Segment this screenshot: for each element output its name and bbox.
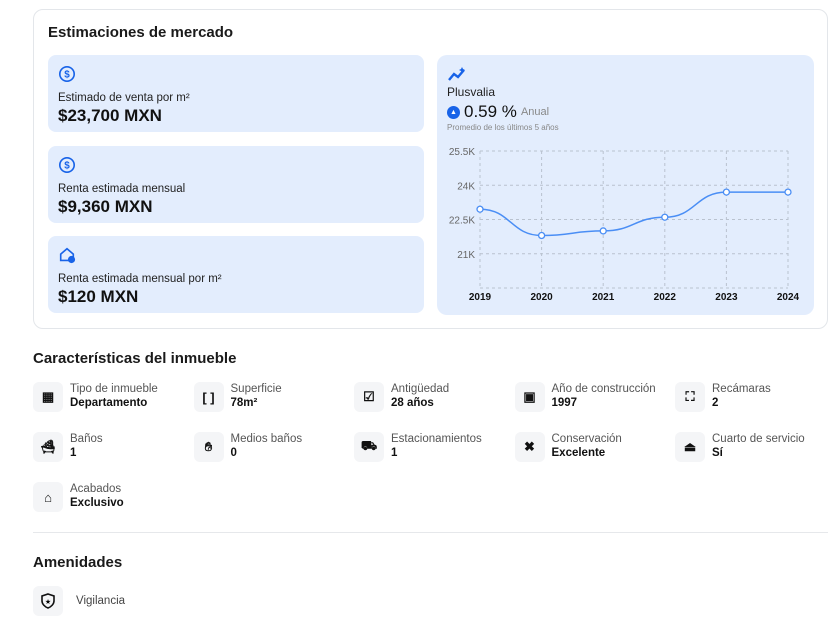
x-tick-label: 2019 — [469, 292, 492, 303]
feature-label: Conservación — [551, 433, 622, 445]
amenity-label: Vigilancia — [76, 595, 126, 607]
broom-icon: ⏏ — [675, 432, 705, 462]
feature-item: ▦ Tipo de inmueble Departamento — [33, 382, 158, 412]
feature-value: 1997 — [551, 397, 578, 409]
feature-label: Recámaras — [712, 383, 771, 395]
series-line — [479, 191, 788, 237]
amenity-item: ★ Vigilancia — [33, 586, 125, 616]
feature-label: Año de construcción — [551, 383, 656, 395]
plusvalia-title: Plusvalia — [447, 85, 496, 99]
feature-label: Superficie — [230, 383, 282, 395]
feature-label: Medios baños — [230, 433, 303, 445]
feature-item: ✋︎ Medios baños 0 — [193, 432, 303, 462]
feature-label: Acabados — [70, 483, 122, 495]
data-point — [661, 213, 669, 221]
features-title: Características del inmueble — [33, 350, 237, 367]
feature-item: ⌂ Acabados Exclusivo — [33, 482, 124, 512]
feature-label: Baños — [70, 433, 103, 445]
y-tick-label: 21K — [457, 250, 475, 261]
sale-price-card: $ Estimado de venta por m² $23,700 MXN — [48, 55, 424, 132]
feature-label: Tipo de inmueble — [70, 383, 158, 395]
data-point — [599, 227, 607, 235]
feature-item: ⛶ Recámaras 2 — [675, 382, 771, 412]
stat-label: Renta estimada mensual por m² — [58, 273, 222, 285]
y-tick-label: 24K — [457, 181, 475, 192]
feature-value: 78m² — [230, 397, 258, 409]
svg-text:$: $ — [64, 70, 70, 81]
x-tick-label: 2022 — [654, 292, 677, 303]
feature-item: ☑ Antigüedad 28 años — [354, 382, 449, 412]
feature-item: ▣ Año de construcción 1997 — [514, 382, 656, 412]
house-dollar-icon — [59, 247, 76, 264]
trend-sparkle-icon — [448, 67, 465, 81]
feature-value: 1 — [70, 447, 77, 459]
data-point — [537, 231, 546, 240]
y-tick-label: 25.5K — [449, 147, 475, 158]
feature-label: Cuarto de servicio — [712, 433, 805, 445]
feature-item: [ ] Superficie 78m² — [193, 382, 282, 412]
market-title: Estimaciones de mercado — [48, 24, 234, 41]
stat-value: $9,360 MXN — [58, 197, 153, 216]
car-icon: ⛟ — [354, 432, 384, 462]
data-point — [722, 188, 731, 196]
rent-m2-card: Renta estimada mensual por m² $120 MXN — [48, 236, 424, 313]
feature-value: 28 años — [391, 397, 434, 409]
stat-value: $23,700 MXN — [58, 106, 162, 125]
divider — [33, 532, 828, 533]
y-tick-label: 22.5K — [449, 216, 475, 227]
tools-icon: ✖ — [514, 432, 545, 462]
calendar-check-icon: ☑ — [354, 382, 384, 412]
amenities-title: Amenidades — [33, 554, 123, 571]
feature-label: Antigüedad — [391, 383, 450, 395]
data-point — [784, 188, 792, 196]
shield-star-icon: ★ — [33, 586, 63, 616]
dollar-circle-icon: $ — [58, 65, 76, 83]
x-tick-label: 2023 — [715, 292, 738, 303]
feature-value: Exclusivo — [70, 497, 124, 509]
feature-item: ✖ Conservación Excelente — [514, 432, 622, 462]
brackets-icon: [ ] — [193, 382, 224, 412]
rent-card: $ Renta estimada mensual $9,360 MXN — [48, 146, 424, 223]
calendar-icon: ▣ — [514, 382, 545, 412]
building-icon: ▦ — [33, 382, 63, 412]
feature-value: Departamento — [70, 397, 148, 409]
x-tick-label: 2020 — [530, 292, 553, 303]
data-point — [476, 205, 484, 213]
bathtub-icon: 🛁︎ — [33, 432, 63, 462]
arrow-up-circle-icon: ▲ — [447, 105, 460, 119]
stat-label: Renta estimada mensual — [58, 183, 186, 195]
plusvalia-value: 0.59 % — [464, 102, 517, 121]
svg-text:★: ★ — [45, 598, 51, 606]
plusvalia-chart: 25.5K 24K 22.5K 21K 2019 2020 2021 2022 2023 2024 — [449, 147, 800, 303]
feature-value: 0 — [230, 447, 237, 459]
svg-text:$: $ — [64, 161, 70, 172]
x-tick-label: 2024 — [777, 292, 800, 303]
bed-icon: ⛶ — [675, 382, 705, 412]
plusvalia-period: Anual — [520, 106, 550, 118]
feature-value: 2 — [712, 397, 719, 409]
feature-item: ⏏ Cuarto de servicio Sí — [675, 432, 805, 462]
stat-value: $120 MXN — [58, 287, 139, 306]
feature-item: 🛁︎ Baños 1 — [33, 432, 103, 462]
feature-value: 1 — [391, 447, 398, 459]
feature-value: Excelente — [551, 447, 606, 459]
plusvalia-note: Promedio de los últimos 5 años — [447, 123, 559, 132]
feature-item: ⛟ Estacionamientos 1 — [354, 432, 482, 462]
dollar-circle-icon: $ — [58, 156, 76, 174]
house-icon: ⌂ — [33, 482, 63, 512]
feature-label: Estacionamientos — [391, 433, 482, 445]
feature-value: Sí — [712, 447, 723, 459]
x-tick-label: 2021 — [592, 292, 615, 303]
stat-label: Estimado de venta por m² — [58, 92, 190, 104]
hand-wash-icon: ✋︎ — [193, 432, 224, 462]
